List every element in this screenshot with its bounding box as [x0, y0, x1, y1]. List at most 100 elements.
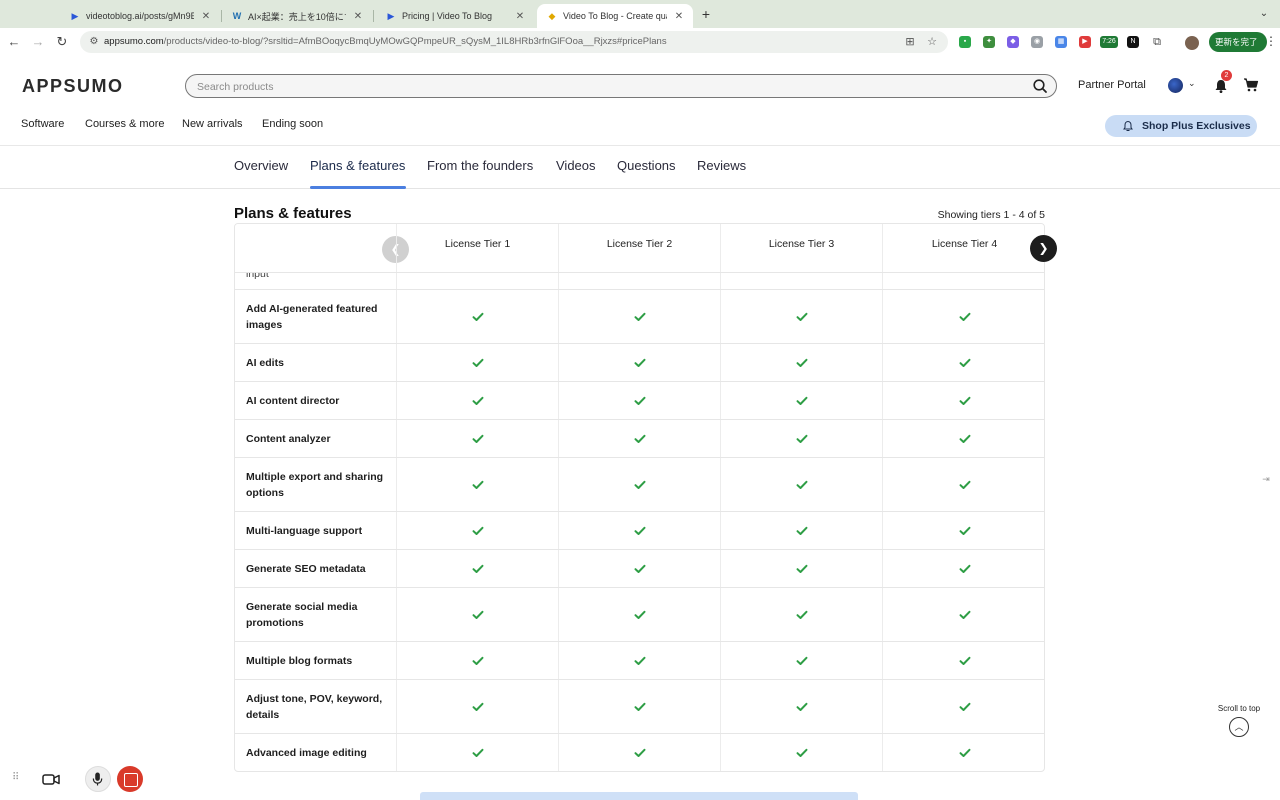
- kebab-menu-icon[interactable]: ⋮: [1265, 34, 1277, 48]
- tier-header: License Tier 4: [882, 224, 1044, 272]
- camera-extension-icon[interactable]: ◉: [1031, 36, 1043, 48]
- bookmark-star-icon[interactable]: ☆: [924, 34, 940, 50]
- extension-icon[interactable]: ✦: [983, 36, 995, 48]
- nav-courses[interactable]: Courses & more: [85, 118, 164, 130]
- section-title: Plans & features: [234, 205, 352, 222]
- site-header: APPSUMO Partner Portal ⌄ 2 Software Cour…: [0, 56, 1280, 146]
- checkmark-icon: [796, 396, 807, 405]
- side-panel-handle-icon[interactable]: ⇥: [1259, 474, 1273, 488]
- scroll-to-top-button[interactable]: Scroll to top ︿: [1213, 704, 1265, 744]
- camera-icon[interactable]: [40, 768, 62, 790]
- browser-tab-title: AI×起業：売上を10倍にするチー: [248, 11, 346, 22]
- feature-name: Multiple blog formats: [246, 654, 353, 667]
- microphone-button[interactable]: [85, 766, 111, 792]
- search-icon[interactable]: [1032, 78, 1048, 94]
- tier-cell: [720, 458, 882, 511]
- new-tab-button[interactable]: +: [699, 6, 713, 22]
- bell-icon: [1123, 120, 1133, 131]
- tier-cell: [882, 550, 1044, 587]
- stop-recording-button[interactable]: [117, 766, 143, 792]
- appsumo-logo[interactable]: APPSUMO: [22, 76, 124, 97]
- feature-name: Multi-language support: [246, 524, 363, 537]
- url-text[interactable]: appsumo.com/products/video-to-blog/?srsl…: [104, 36, 667, 47]
- tab-videos[interactable]: Videos: [556, 158, 596, 173]
- bottom-cta-strip[interactable]: [420, 792, 858, 800]
- tier-cell: [558, 588, 720, 641]
- table-row: Adjust tone, POV, keyword, details: [235, 680, 1044, 734]
- tab-questions[interactable]: Questions: [617, 158, 676, 173]
- nav-ending-soon[interactable]: Ending soon: [262, 118, 323, 130]
- account-menu[interactable]: ⌄: [1168, 78, 1200, 94]
- feature-name: Generate social media promotions: [246, 600, 358, 629]
- close-icon[interactable]: ✕: [200, 11, 212, 22]
- tier-cell: [720, 550, 882, 587]
- back-arrow-icon[interactable]: ←: [6, 34, 22, 50]
- close-icon[interactable]: ✕: [352, 11, 364, 22]
- clock-extension-icon[interactable]: 7:26: [1100, 36, 1118, 48]
- tier-cell: [396, 550, 558, 587]
- tier-cell: [558, 290, 720, 343]
- tier-cell: [720, 512, 882, 549]
- puzzle-icon[interactable]: ⧉: [1151, 36, 1163, 48]
- site-info-icon[interactable]: ⚙: [86, 34, 102, 50]
- checkmark-icon: [959, 610, 970, 619]
- profile-avatar-icon[interactable]: [1185, 36, 1199, 50]
- nav-new-arrivals[interactable]: New arrivals: [182, 118, 243, 130]
- browser-tab[interactable]: ▶ Pricing | Video To Blog ✕: [376, 4, 534, 28]
- tab-overview[interactable]: Overview: [234, 158, 288, 173]
- checkmark-icon: [959, 702, 970, 711]
- tab-search-chevron-icon[interactable]: ⌄: [1256, 6, 1272, 22]
- extension-icon[interactable]: ▦: [1055, 36, 1067, 48]
- browser-tab[interactable]: W AI×起業：売上を10倍にするチー ✕: [222, 4, 372, 28]
- table-row: Multiple export and sharing options: [235, 458, 1044, 512]
- checkmark-icon: [796, 702, 807, 711]
- tab-plans-features[interactable]: Plans & features: [310, 158, 405, 173]
- tier-cell: [882, 344, 1044, 381]
- checkmark-icon: [472, 526, 483, 535]
- appsumo-favicon-icon: ◆: [548, 11, 556, 21]
- tier-cell: [720, 642, 882, 679]
- tier-cell: [558, 642, 720, 679]
- tier-cell: [720, 734, 882, 771]
- cart-icon: [1244, 78, 1259, 92]
- extension-icon[interactable]: ◆: [1007, 36, 1019, 48]
- checkmark-icon: [796, 312, 807, 321]
- youtube-extension-icon[interactable]: ▶: [1079, 36, 1091, 48]
- tab-from-the-founders[interactable]: From the founders: [427, 158, 533, 173]
- feature-name: AI content director: [246, 394, 340, 407]
- checkmark-icon: [959, 656, 970, 665]
- drag-handle-icon[interactable]: ⠿: [12, 772, 22, 783]
- checkmark-icon: [472, 396, 483, 405]
- checkmark-icon: [796, 358, 807, 367]
- tier-cell: [558, 680, 720, 733]
- tier-header: License Tier 1: [396, 224, 558, 272]
- reload-icon[interactable]: ↻: [54, 34, 70, 50]
- search-input[interactable]: [197, 79, 1017, 94]
- search-bar[interactable]: [185, 74, 1057, 98]
- forward-arrow-icon[interactable]: →: [30, 34, 46, 50]
- checkmark-icon: [959, 480, 970, 489]
- tier-cell: [558, 344, 720, 381]
- cart-button[interactable]: [1243, 77, 1259, 93]
- tier-cell: [396, 588, 558, 641]
- checkmark-icon: [796, 610, 807, 619]
- shop-plus-label: Shop Plus Exclusives: [1142, 120, 1251, 132]
- address-bar[interactable]: ⚙ appsumo.com/products/video-to-blog/?sr…: [80, 31, 948, 53]
- tab-reviews[interactable]: Reviews: [697, 158, 746, 173]
- close-icon[interactable]: ✕: [514, 11, 526, 22]
- nav-software[interactable]: Software: [21, 118, 64, 130]
- partner-portal-link[interactable]: Partner Portal: [1078, 79, 1146, 91]
- shop-plus-exclusives-button[interactable]: Shop Plus Exclusives: [1105, 115, 1257, 137]
- notion-extension-icon[interactable]: N: [1127, 36, 1139, 48]
- next-tiers-button[interactable]: ❯: [1030, 235, 1057, 262]
- extension-icon[interactable]: ▪: [959, 36, 971, 48]
- tier-cell: [882, 642, 1044, 679]
- tier-header: License Tier 3: [720, 224, 882, 272]
- translate-icon[interactable]: ⊞: [902, 34, 918, 50]
- update-button[interactable]: 更新を完了: [1209, 32, 1267, 52]
- close-icon[interactable]: ✕: [673, 11, 685, 22]
- browser-tab[interactable]: ▶ videotoblog.ai/posts/gMn9Ep ✕: [60, 4, 220, 28]
- checkmark-icon: [472, 702, 483, 711]
- notifications-button[interactable]: 2: [1213, 70, 1232, 94]
- browser-tab-active[interactable]: ◆ Video To Blog - Create quality ✕: [537, 4, 693, 28]
